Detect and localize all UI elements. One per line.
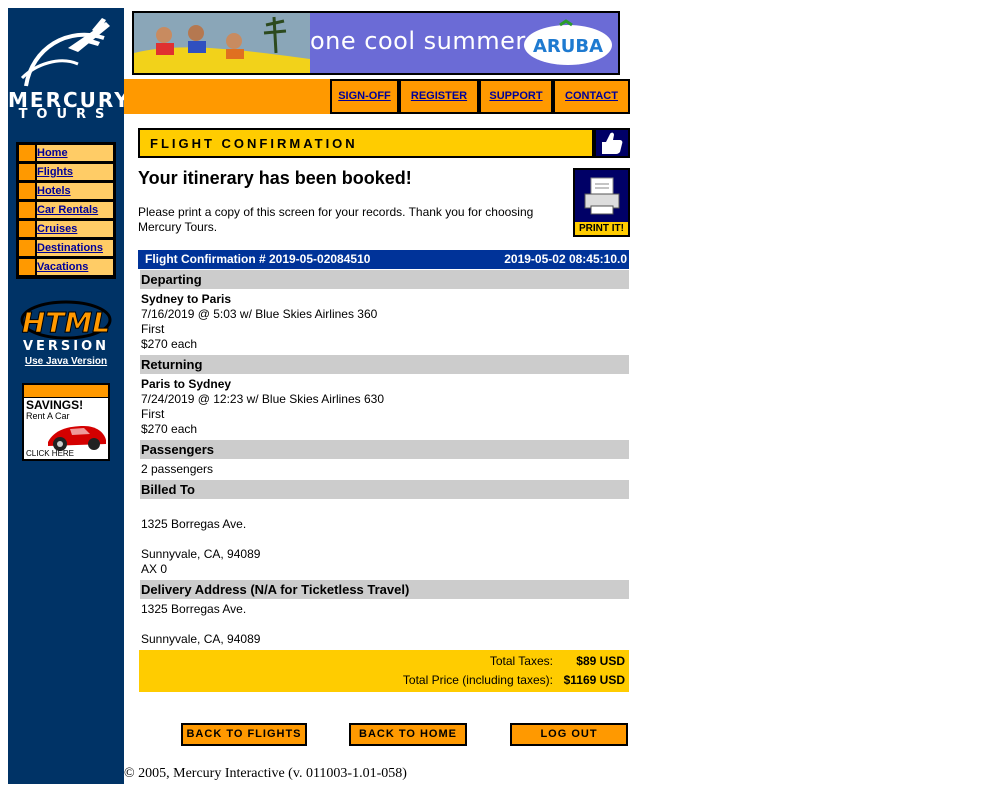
returning-flight-info: 7/24/2019 @ 12:23 w/ Blue Skies Airlines…: [141, 392, 384, 406]
sidebar-item-flights[interactable]: Flights: [19, 164, 113, 180]
confirmation-timestamp: 2019-05-02 08:45:10.0: [504, 252, 627, 266]
billed-card: AX 0: [141, 562, 168, 576]
menu-register[interactable]: REGISTER: [399, 79, 479, 114]
print-message: Please print a copy of this screen for y…: [138, 205, 534, 234]
returning-class: First: [141, 407, 165, 421]
billed-street: 1325 Borregas Ave.: [141, 517, 247, 531]
nav-link-flights[interactable]: Flights: [37, 166, 73, 178]
signoff-link[interactable]: SIGN-OFF: [338, 90, 391, 102]
footer-copyright: © 2005, Mercury Interactive (v. 011003-1…: [124, 766, 407, 781]
ad-body: SAVINGS! Rent A Car CLICK HERE: [24, 398, 108, 459]
returning-details: Paris to Sydney 7/24/2019 @ 12:23 w/ Blu…: [141, 377, 384, 437]
svg-text:VERSION: VERSION: [23, 339, 109, 352]
nav-bullet: [19, 259, 35, 275]
support-link[interactable]: SUPPORT: [489, 90, 542, 102]
nav-bullet: [19, 164, 35, 180]
sidebar-item-destinations[interactable]: Destinations: [19, 240, 113, 256]
nav-link-home[interactable]: Home: [37, 147, 68, 159]
nav-link-cruises[interactable]: Cruises: [37, 223, 77, 235]
confirmation-header: Flight Confirmation # 2019-05-02084510 2…: [138, 250, 629, 269]
html-version-badge: HTML VERSION: [20, 300, 112, 354]
banner-photo-icon: [134, 13, 310, 73]
back-to-home-button[interactable]: BACK TO HOME: [349, 723, 467, 746]
nav-bullet: [19, 183, 35, 199]
departing-price: $270 each: [141, 337, 198, 351]
sidebar-item-car-rentals[interactable]: Car Rentals: [19, 202, 113, 218]
total-price-label: Total Price (including taxes):: [402, 673, 553, 687]
returning-header: Returning: [140, 355, 629, 374]
aruba-logo-icon: ARUBA: [524, 19, 612, 65]
departing-class: First: [141, 322, 165, 336]
nav-bullet: [19, 145, 35, 161]
plane-logo-icon: [20, 18, 110, 87]
promo-banner[interactable]: one cool summer ARUBA: [132, 11, 620, 75]
section-header: FLIGHT CONFIRMATION: [138, 128, 594, 158]
total-price-row: Total Price (including taxes): $1169 USD: [403, 672, 625, 688]
section-title: FLIGHT CONFIRMATION: [150, 136, 358, 151]
ad-title: SAVINGS!: [26, 398, 84, 412]
totals-box: Total Taxes: $89 USD Total Price (includi…: [139, 650, 629, 692]
total-price-value: $1169 USD: [563, 673, 625, 687]
html-version-icon: HTML VERSION: [20, 300, 112, 354]
nav-link-car-rentals[interactable]: Car Rentals: [37, 204, 98, 216]
confirmation-number: Flight Confirmation # 2019-05-02084510: [145, 252, 371, 266]
ad-top-strip: [24, 385, 108, 397]
car-icon: [48, 426, 106, 451]
departing-details: Sydney to Paris 7/16/2019 @ 5:03 w/ Blue…: [141, 292, 377, 352]
passengers-header: Passengers: [140, 440, 629, 459]
delivery-city: Sunnyvale, CA, 94089: [141, 632, 261, 646]
side-nav: Home Flights Hotels Car Rentals Cruises …: [16, 142, 116, 279]
rent-a-car-ad[interactable]: SAVINGS! Rent A Car CLICK HERE: [22, 383, 110, 461]
total-taxes-row: Total Taxes: $89 USD: [490, 653, 625, 669]
total-taxes-label: Total Taxes:: [489, 654, 553, 668]
top-menu-bar: SIGN-OFF REGISTER SUPPORT CONTACT: [124, 79, 630, 114]
nav-bullet: [19, 240, 35, 256]
menu-contact[interactable]: CONTACT: [553, 79, 630, 114]
delivery-street: 1325 Borregas Ave.: [141, 602, 247, 616]
sidebar-item-cruises[interactable]: Cruises: [19, 221, 113, 237]
svg-text:HTML: HTML: [22, 306, 110, 339]
log-out-button[interactable]: LOG OUT: [510, 723, 628, 746]
delivery-header: Delivery Address (N/A for Ticketless Tra…: [140, 580, 629, 599]
nav-bullet: [19, 221, 35, 237]
page-heading: Your itinerary has been booked!: [138, 168, 412, 188]
register-link[interactable]: REGISTER: [411, 90, 467, 102]
menu-support[interactable]: SUPPORT: [479, 79, 553, 114]
departing-header: Departing: [140, 270, 629, 289]
logo-sub-text: TOURS: [18, 107, 114, 122]
ad-click-here: CLICK HERE: [26, 449, 75, 458]
billed-city: Sunnyvale, CA, 94089: [141, 547, 261, 561]
returning-price: $270 each: [141, 422, 198, 436]
back-to-flights-button[interactable]: BACK TO FLIGHTS: [181, 723, 307, 746]
print-button[interactable]: PRINT IT!: [573, 168, 630, 237]
nav-bullet: [19, 202, 35, 218]
sidebar-item-home[interactable]: Home: [19, 145, 113, 161]
banner-headline: one cool summer: [310, 27, 526, 55]
nav-link-vacations[interactable]: Vacations: [37, 261, 88, 273]
print-label: PRINT IT!: [575, 222, 628, 235]
nav-link-destinations[interactable]: Destinations: [37, 242, 103, 254]
total-taxes-value: $89 USD: [576, 654, 625, 668]
sidebar-item-hotels[interactable]: Hotels: [19, 183, 113, 199]
use-java-version-link[interactable]: Use Java Version: [8, 356, 124, 367]
printer-icon: [584, 177, 620, 215]
nav-link-hotels[interactable]: Hotels: [37, 185, 71, 197]
passengers-value: 2 passengers: [141, 462, 214, 476]
departing-route: Sydney to Paris: [141, 292, 232, 306]
thumbs-up-icon: [594, 128, 630, 158]
returning-route: Paris to Sydney: [141, 377, 232, 391]
departing-flight-info: 7/16/2019 @ 5:03 w/ Blue Skies Airlines …: [141, 307, 378, 321]
sidebar-item-vacations[interactable]: Vacations: [19, 259, 113, 275]
svg-text:ARUBA: ARUBA: [533, 36, 603, 57]
billed-to-header: Billed To: [140, 480, 629, 499]
menu-signoff[interactable]: SIGN-OFF: [330, 79, 399, 114]
contact-link[interactable]: CONTACT: [565, 90, 618, 102]
